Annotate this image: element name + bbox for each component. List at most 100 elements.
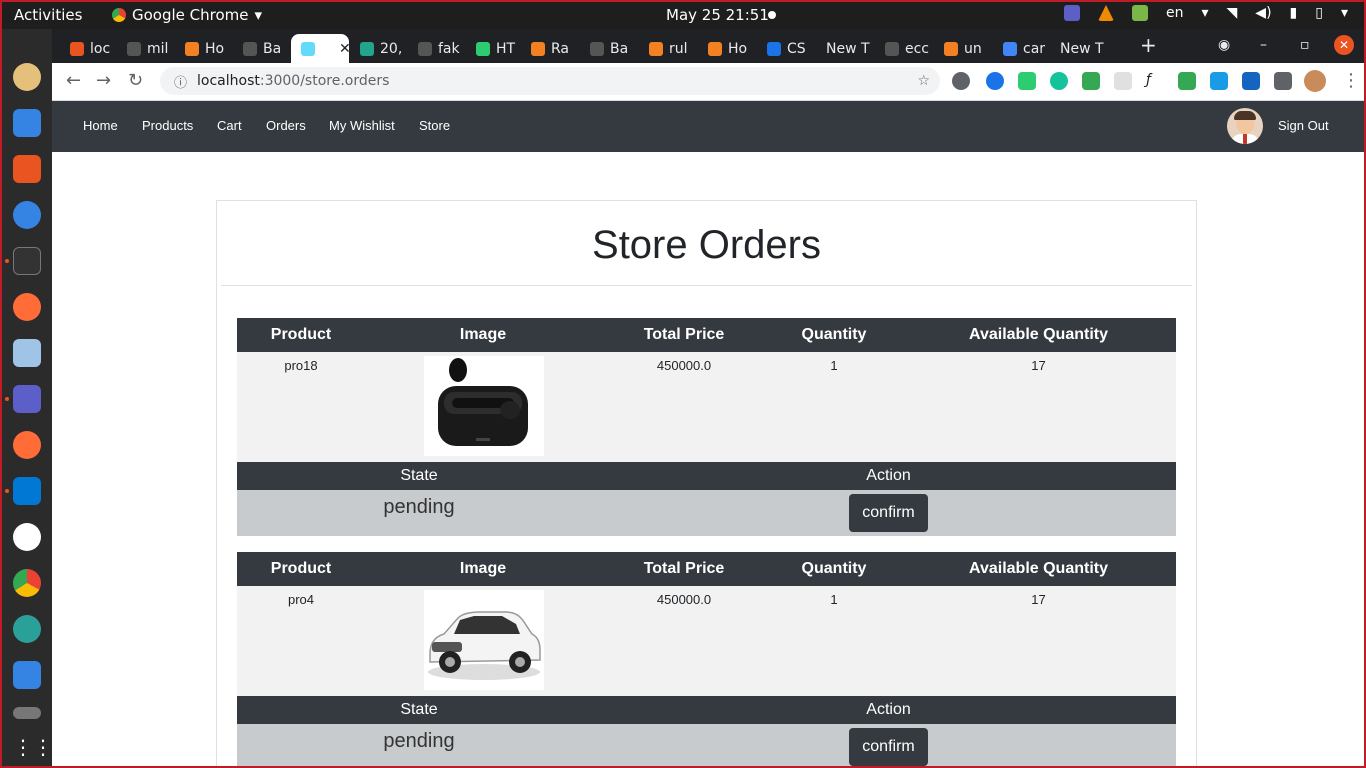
notification-dot (768, 11, 776, 19)
browser-tab[interactable]: loc (60, 34, 116, 63)
table-row: pro4 450000.0 1 17 (237, 586, 1176, 696)
maximize-button[interactable]: ▫ (1300, 37, 1310, 53)
app-grid-icon[interactable]: ⋮⋮ (13, 735, 53, 763)
nav-link-store[interactable]: Store (419, 118, 450, 133)
postman-alt-icon[interactable] (13, 431, 41, 459)
browser-tab[interactable]: fak (408, 34, 465, 63)
teams-icon[interactable] (13, 385, 41, 413)
tab-favicon-icon (301, 41, 315, 56)
browser-tab[interactable]: Ho (175, 34, 232, 63)
system-monitor-icon[interactable] (13, 661, 41, 689)
header-available-quantity: Available Quantity (969, 560, 1108, 577)
nav-link-my-wishlist[interactable]: My Wishlist (329, 118, 395, 133)
new-tab-button[interactable]: + (1140, 33, 1157, 57)
browser-tab[interactable]: Ba (233, 34, 290, 63)
header-total-price: Total Price (643, 326, 725, 343)
nav-link-products[interactable]: Products (142, 118, 193, 133)
nav-link-home[interactable]: Home (83, 118, 118, 133)
screen: Activities Google Chrome ▾ May 25 21:51 … (0, 0, 1366, 768)
tab-strip: loc mil Ho Ba ✕ 20, fak HT Ra Ba rul Ho CS New T ecc un… (52, 29, 1364, 63)
files-icon[interactable] (13, 707, 41, 719)
browser-tab[interactable]: un (934, 34, 992, 63)
browser-tab[interactable]: Ra (521, 34, 579, 63)
browser-tab[interactable]: CS (757, 34, 815, 63)
clock[interactable]: May 25 21:51 (666, 6, 769, 24)
tab-favicon-icon (944, 41, 958, 56)
calendar-extension-icon[interactable] (1114, 72, 1132, 90)
browser-tab[interactable]: rul (639, 34, 697, 63)
vscode-icon[interactable] (13, 477, 41, 505)
system-tray[interactable]: en ▾ ◥ ◀) ▮ ▯ ▾ (1063, 5, 1348, 21)
forward-button[interactable]: → (96, 70, 111, 91)
tab-search-icon[interactable]: ◉ (1218, 37, 1230, 53)
fx-extension-icon[interactable]: ƒ (1146, 72, 1164, 90)
tab-favicon-icon (127, 41, 141, 56)
software-center-icon[interactable] (13, 155, 41, 183)
running-indicator (5, 259, 9, 263)
help-icon[interactable] (13, 201, 41, 229)
browser-tab[interactable]: 20, (350, 34, 407, 63)
total-price: 450000.0 (656, 358, 712, 373)
profile-avatar[interactable] (1304, 70, 1326, 92)
tab-favicon-icon (531, 41, 545, 56)
browser-tab[interactable]: mil (117, 34, 174, 63)
toolbox-extension-icon[interactable] (1242, 72, 1260, 90)
tab-label: New T (1060, 40, 1104, 57)
reload-button[interactable]: ↻ (128, 70, 143, 91)
chrome-icon[interactable] (13, 569, 41, 597)
browser-tab[interactable]: New T (1050, 34, 1112, 63)
browser-tab[interactable]: car (993, 34, 1049, 63)
tab-favicon-icon (590, 41, 604, 56)
confirm-button[interactable]: confirm (849, 494, 928, 532)
close-window-button[interactable]: ✕ (1334, 35, 1354, 55)
virtualbox-icon[interactable] (13, 339, 41, 367)
mail-extension-icon[interactable] (1018, 72, 1036, 90)
product-image (424, 590, 544, 690)
url-input[interactable]: ⓘ localhost:3000/store.orders ☆ (160, 67, 940, 95)
extensions-puzzle-icon[interactable] (1274, 72, 1292, 90)
user-avatar[interactable] (1227, 108, 1263, 144)
adblock-extension-icon[interactable] (1178, 72, 1196, 90)
menu-kebab-icon[interactable]: ⋮ (1342, 70, 1360, 91)
header-quantity: Quantity (801, 560, 867, 577)
grammarly-extension-icon[interactable] (1050, 72, 1068, 90)
url-host: localhost (197, 73, 260, 89)
order-table-header: Product Image Total Price Quantity Available… (237, 552, 1176, 586)
terminal-icon[interactable] (13, 247, 41, 275)
sync-icon[interactable] (13, 615, 41, 643)
tab-favicon-icon (70, 41, 84, 56)
browser-tab[interactable]: ecc (875, 34, 933, 63)
back-button[interactable]: ← (66, 70, 81, 91)
fi-extension-icon[interactable] (1210, 72, 1228, 90)
sign-out-link[interactable]: Sign Out (1278, 118, 1329, 133)
browser-tab[interactable]: ✕ (291, 34, 349, 63)
postman-icon[interactable] (13, 293, 41, 321)
order-state: pending (383, 496, 455, 518)
browser-tab[interactable]: HT (466, 34, 520, 63)
app-menu[interactable]: Google Chrome ▾ (112, 6, 262, 24)
nav-link-orders[interactable]: Orders (266, 118, 306, 133)
caret-down-icon: ▾ (254, 6, 263, 24)
microphone-icon: ▮ (1289, 5, 1298, 21)
browser-tab[interactable]: New T (816, 34, 874, 63)
browser-tab[interactable]: Ba (580, 34, 638, 63)
browser-tab[interactable]: Ho (698, 34, 756, 63)
nav-link-cart[interactable]: Cart (217, 118, 242, 133)
mongodb-icon[interactable] (13, 523, 41, 551)
minimize-button[interactable]: – (1260, 37, 1267, 53)
activities-button[interactable]: Activities (14, 6, 82, 24)
text-editor-icon[interactable] (13, 109, 41, 137)
circle-extension-icon[interactable] (986, 72, 1004, 90)
edit-extension-icon[interactable] (1082, 72, 1100, 90)
tab-label: mil (147, 40, 169, 57)
tab-favicon-icon (649, 41, 663, 56)
confirm-button[interactable]: confirm (849, 728, 928, 766)
bookmark-star-icon[interactable]: ☆ (917, 73, 930, 89)
header-state: State (400, 701, 438, 718)
header-action: Action (866, 467, 911, 484)
recycle-extension-icon[interactable] (952, 72, 970, 90)
tab-label: Ba (610, 40, 629, 57)
system-top-bar: Activities Google Chrome ▾ May 25 21:51 … (2, 2, 1364, 29)
tab-close-icon[interactable]: ✕ (339, 41, 349, 57)
rhythmbox-icon[interactable] (13, 63, 41, 91)
